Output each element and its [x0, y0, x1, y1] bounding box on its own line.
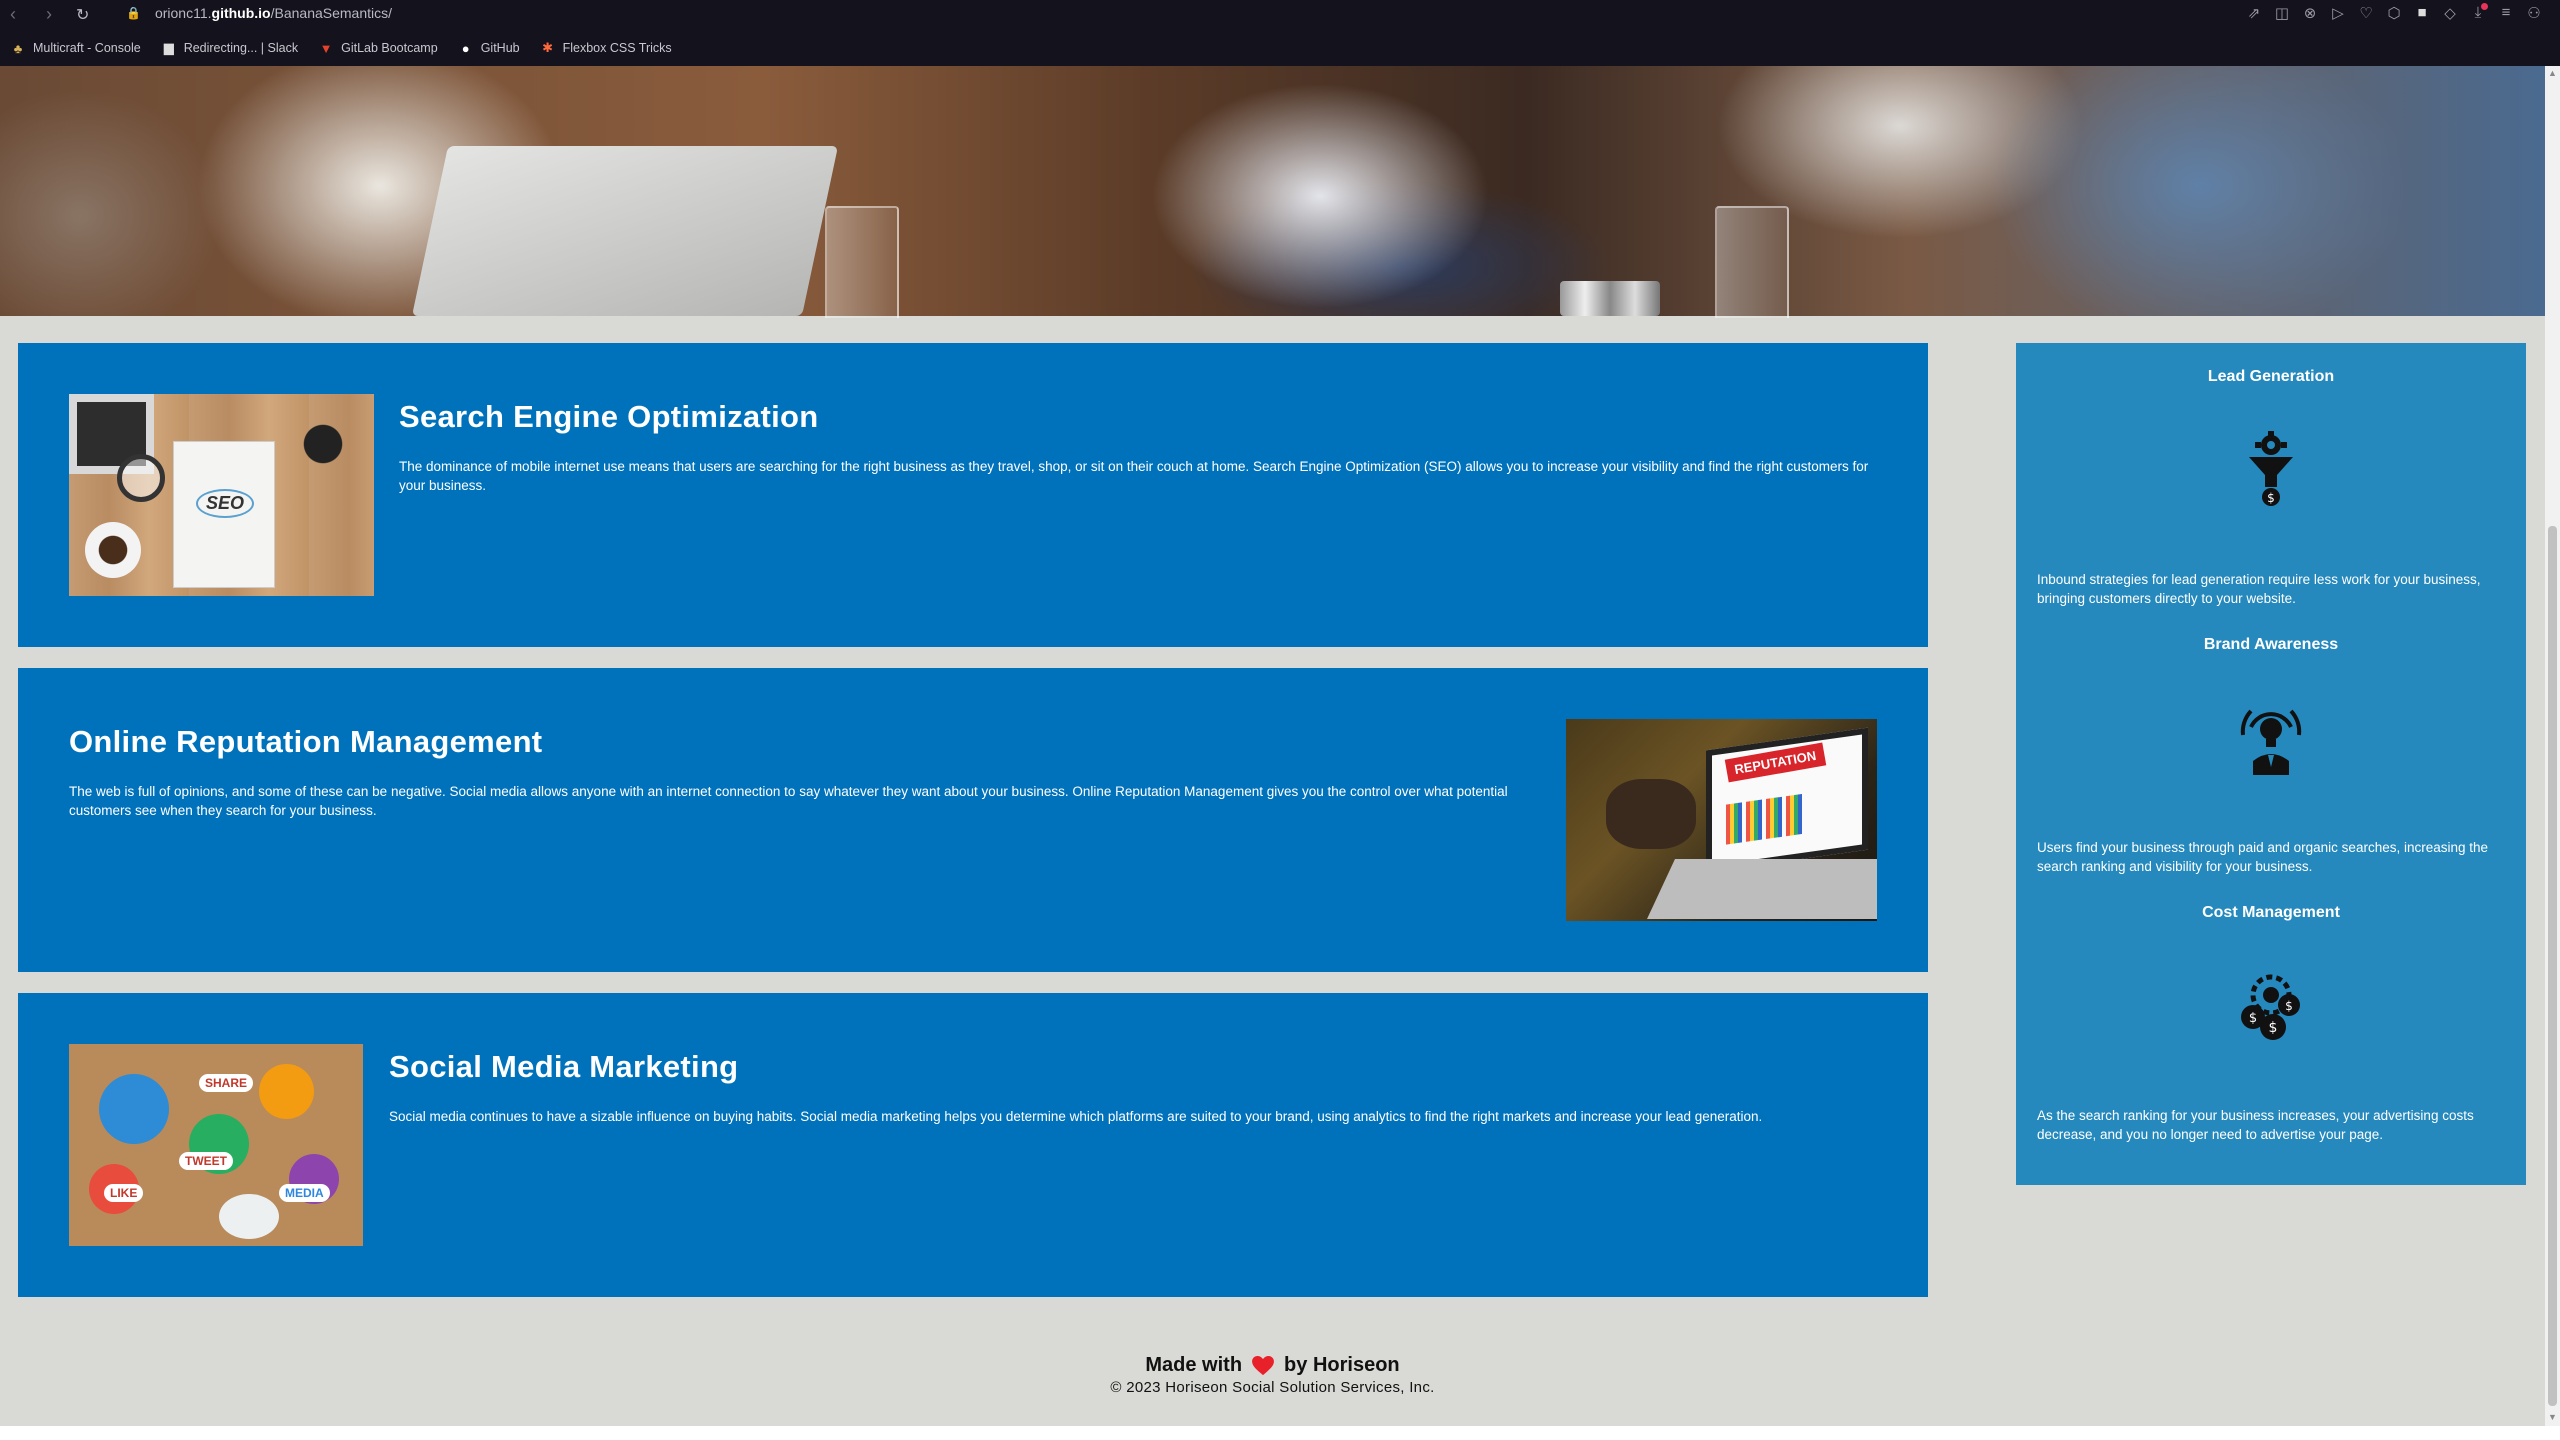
- hero-watch: [1560, 281, 1660, 316]
- benefit-body: As the search ranking for your business …: [2037, 1108, 2474, 1142]
- social-title: Social Media Marketing: [389, 1049, 739, 1084]
- svg-text:$: $: [2269, 1020, 2278, 1036]
- made-with-text: Made with: [1145, 1354, 1243, 1376]
- by-horiseon-text: by Horiseon: [1284, 1354, 1400, 1376]
- scroll-down-icon[interactable]: ▼: [2548, 1412, 2557, 1422]
- social-image-tag: TWEET: [179, 1152, 233, 1170]
- social-image-tag: LIKE: [104, 1184, 144, 1202]
- bookmark-gitlab[interactable]: ▼ GitLab Bootcamp: [318, 40, 438, 56]
- seo-image-pens: [299, 414, 359, 464]
- benefits-aside: Lead Generation $ Inbound strategies for…: [2016, 343, 2526, 1185]
- profile-icon[interactable]: ⚇: [2526, 4, 2542, 22]
- seo-image: SEO: [69, 394, 374, 596]
- social-section: SHARE TWEET LIKE MEDIA Social Media Mark…: [18, 993, 1928, 1297]
- address-bar-row: ‹ › ↻ 🔒 orionc11.github.io/BananaSemanti…: [0, 0, 2560, 30]
- benefit-body: Inbound strategies for lead generation r…: [2037, 572, 2481, 606]
- bookmark-flexbox[interactable]: ✱ Flexbox CSS Tricks: [540, 40, 672, 56]
- downloads-icon[interactable]: ⤓: [2470, 3, 2488, 22]
- gitlab-icon: ▼: [319, 40, 333, 56]
- document-icon: ▆: [163, 40, 174, 55]
- made-with-line: Made with by Horiseon: [0, 1354, 2545, 1377]
- address-bar[interactable]: 🔒 orionc11.github.io/BananaSemantics/: [126, 5, 392, 21]
- magnifier-icon: [117, 454, 165, 502]
- back-icon[interactable]: ‹: [10, 4, 16, 25]
- reputation-body: The web is full of opinions, and some of…: [69, 784, 1508, 818]
- scrollbar-thumb[interactable]: [2548, 526, 2557, 1406]
- asterisk-icon: ✱: [542, 40, 554, 55]
- multicraft-icon: ♣: [13, 40, 23, 56]
- svg-text:$: $: [2267, 491, 2275, 505]
- reputation-image: REPUTATION: [1566, 719, 1877, 921]
- heart-icon: [1252, 1355, 1274, 1375]
- benefit-title: Cost Management: [2202, 904, 2340, 921]
- social-image-tag: SHARE: [199, 1074, 254, 1092]
- hero-glass: [1715, 206, 1789, 318]
- social-image-bubble: [259, 1064, 314, 1119]
- browser-chrome: ‹ › ↻ 🔒 orionc11.github.io/BananaSemanti…: [0, 0, 2560, 66]
- benefit-title: Lead Generation: [2207, 368, 2335, 385]
- extension-toolbar: ⇗ ◫ ⊗ ▷ ♡ ⬡ ■ ◇ ⤓ ≡ ⚇: [2246, 3, 2542, 22]
- menu-icon[interactable]: ≡: [2498, 4, 2514, 22]
- seo-image-cup: [85, 522, 141, 578]
- lock-icon: 🔒: [126, 6, 141, 20]
- reputation-image-keyboard: [1647, 859, 1877, 919]
- reputation-image-hand: [1606, 779, 1696, 849]
- bookmark-multicraft[interactable]: ♣ Multicraft - Console: [10, 40, 141, 56]
- bookmark-slack[interactable]: ▆ Redirecting... | Slack: [161, 40, 298, 56]
- reputation-section: Online Reputation Management The web is …: [18, 668, 1928, 972]
- seo-body: The dominance of mobile internet use mea…: [399, 459, 1869, 493]
- bookmark-github[interactable]: ● GitHub: [458, 40, 520, 56]
- share-icon[interactable]: ⇗: [2246, 4, 2262, 22]
- social-image-bubble: [219, 1194, 279, 1239]
- scroll-up-icon[interactable]: ▲: [2548, 68, 2557, 78]
- cube-icon[interactable]: ⬡: [2386, 4, 2402, 22]
- page-viewport: SEO Search Engine Optimization The domin…: [0, 66, 2545, 1426]
- benefit-body: Users find your business through paid an…: [2037, 840, 2489, 874]
- svg-text:$: $: [2285, 999, 2293, 1013]
- vertical-scrollbar[interactable]: ▲ ▼: [2545, 66, 2560, 1426]
- window-bottom-edge: [0, 1426, 2560, 1440]
- social-image: SHARE TWEET LIKE MEDIA: [69, 1044, 363, 1246]
- square-extension-icon[interactable]: ■: [2414, 4, 2430, 22]
- svg-text:$: $: [2249, 1011, 2257, 1026]
- reload-icon[interactable]: ↻: [76, 5, 89, 25]
- hero-image: [0, 66, 2545, 318]
- bookmarks-bar: ♣ Multicraft - Console ▆ Redirecting... …: [10, 36, 2560, 60]
- seo-title: Search Engine Optimization: [399, 399, 819, 434]
- screenshot-icon[interactable]: ◫: [2274, 4, 2290, 22]
- url-text[interactable]: orionc11.github.io/BananaSemantics/: [155, 5, 392, 21]
- social-body: Social media continues to have a sizable…: [389, 1109, 1763, 1124]
- seo-image-text: SEO: [196, 489, 255, 518]
- cost-management-icon: $ $ $: [2241, 974, 2300, 1040]
- box-icon[interactable]: ◇: [2442, 4, 2458, 22]
- github-icon: ●: [461, 40, 470, 56]
- brand-awareness-icon: [2240, 709, 2302, 775]
- hero-glass: [825, 206, 899, 318]
- reputation-title: Online Reputation Management: [69, 724, 543, 759]
- send-icon[interactable]: ▷: [2330, 4, 2346, 22]
- copyright-text: © 2023 Horiseon Social Solution Services…: [1110, 1379, 1435, 1396]
- seo-section: SEO Search Engine Optimization The domin…: [18, 343, 1928, 647]
- hero-laptop: [411, 146, 839, 316]
- shield-icon[interactable]: ⊗: [2302, 4, 2318, 22]
- social-image-tag: MEDIA: [279, 1184, 330, 1202]
- heart-icon[interactable]: ♡: [2358, 4, 2374, 22]
- lead-generation-icon: $: [2249, 431, 2293, 506]
- page-footer: Made with by Horiseon © 2023 Horiseon So…: [0, 1354, 2545, 1396]
- social-image-bubble: [99, 1074, 169, 1144]
- forward-icon[interactable]: ›: [46, 4, 52, 25]
- benefit-title: Brand Awareness: [2203, 636, 2339, 653]
